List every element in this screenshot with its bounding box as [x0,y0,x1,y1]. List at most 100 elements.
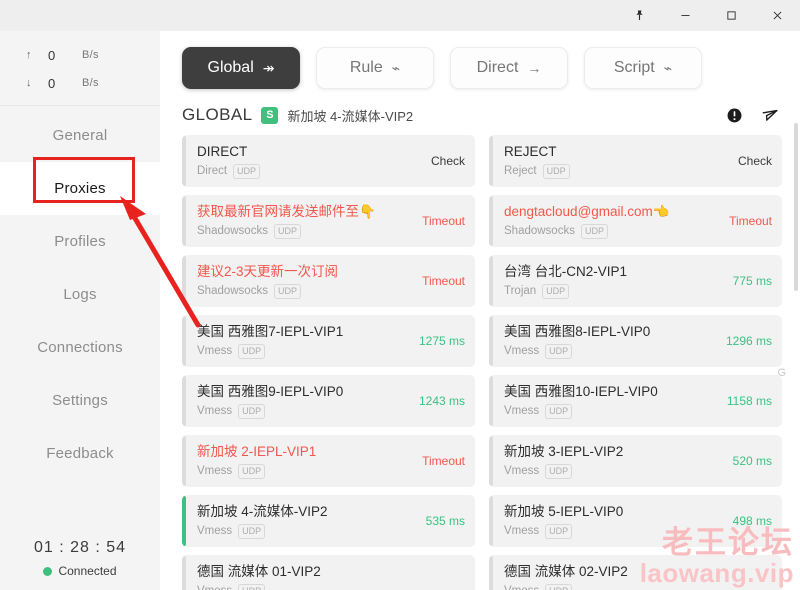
mode-button-global[interactable]: Global ↠ [182,47,300,89]
proxy-meta: Vmess UDP [197,463,414,479]
proxy-card-body: 新加坡 5-IEPL-VIP0 Vmess UDP 498 ms [493,495,782,547]
sidebar-item-proxies[interactable]: Proxies [0,162,160,215]
proxy-type: Vmess [197,405,233,418]
upload-arrow-icon: ↑ [26,49,32,61]
latency-value: Timeout [729,214,772,228]
proxy-card[interactable]: 德国 流媒体 02-VIP2 Vmess UDP [489,555,782,590]
mode-button-direct[interactable]: Direct → [450,47,568,89]
udp-badge: UDP [273,223,301,239]
proxy-card[interactable]: 美国 西雅图10-IEPL-VIP0 Vmess UDP 1158 ms [489,375,782,427]
mode-button-rule[interactable]: Rule ⌁ [316,47,434,89]
check-button[interactable]: Check [730,154,772,168]
status-dot-icon [43,566,53,576]
proxy-type: Shadowsocks [197,285,268,298]
mode-label-script: Script [613,59,655,76]
global-arrow-icon: ↠ [262,60,275,76]
udp-badge: UDP [545,523,573,539]
mode-button-script[interactable]: Script ⌁ [584,47,702,89]
proxy-type: Vmess [504,405,540,418]
proxy-card-text: REJECT Reject UDP [504,143,730,179]
proxy-name: REJECT [504,144,557,160]
udp-badge: UDP [273,283,301,299]
proxy-card[interactable]: 美国 西雅图7-IEPL-VIP1 Vmess UDP 1275 ms [182,315,475,367]
sidebar-item-settings[interactable]: Settings [0,374,160,427]
latency-value: 535 ms [425,514,465,528]
proxy-type: Vmess [504,525,540,538]
latency-value: Timeout [422,274,465,288]
udp-badge: UDP [238,343,266,359]
proxy-card[interactable]: 新加坡 3-IEPL-VIP2 Vmess UDP 520 ms [489,435,782,487]
proxy-meta: Vmess UDP [504,583,764,590]
scrollbar[interactable] [794,123,798,590]
proxy-type: Vmess [197,585,232,590]
proxy-type: Trojan [504,285,537,298]
check-button[interactable]: Check [423,154,465,168]
pin-icon[interactable] [616,0,662,31]
proxy-list-scroll[interactable]: DIRECT Direct UDP Check REJECT Reject UDP Check… [160,135,800,590]
maximize-icon[interactable] [708,0,754,31]
sidebar-nav: General Proxies Profiles Logs Connection… [0,106,160,480]
proxy-name: 德国 流媒体 02-VIP2 [504,564,628,580]
sidebar-footer: 01 : 28 : 54 Connected [0,539,160,590]
info-icon[interactable] [726,107,743,124]
latency-value: 1158 ms [726,394,772,408]
proxy-card[interactable]: 台湾 台北-CN2-VIP1 Trojan UDP 775 ms [489,255,782,307]
proxy-card[interactable]: 新加坡 4-流媒体-VIP2 Vmess UDP 535 ms [182,495,475,547]
udp-badge: UDP [238,523,266,539]
proxy-type: Vmess [197,525,233,538]
upload-speed-unit: B/s [82,49,99,61]
proxy-card[interactable]: 美国 西雅图9-IEPL-VIP0 Vmess UDP 1243 ms [182,375,475,427]
proxy-name: 新加坡 3-IEPL-VIP2 [504,444,624,460]
proxy-name: 新加坡 4-流媒体-VIP2 [197,504,328,520]
latency-value: 1275 ms [418,334,465,348]
udp-badge: UDP [542,283,570,299]
proxy-card[interactable]: REJECT Reject UDP Check [489,135,782,187]
proxy-name: 美国 西雅图7-IEPL-VIP1 [197,324,344,340]
group-title: GLOBAL [182,105,253,124]
proxy-type: Vmess [197,465,233,478]
proxy-card[interactable]: dengtacloud@gmail.com👈 Shadowsocks UDP Time… [489,195,782,247]
proxy-card-body: 德国 流媒体 01-VIP2 Vmess UDP [186,555,475,590]
sidebar: ↑ 0 B/s ↓ 0 B/s General Proxies Profiles… [0,31,160,590]
proxy-card[interactable]: DIRECT Direct UDP Check [182,135,475,187]
proxy-card[interactable]: 美国 西雅图8-IEPL-VIP0 Vmess UDP 1296 ms [489,315,782,367]
speedtest-icon[interactable] [761,107,778,124]
proxy-card-body: 德国 流媒体 02-VIP2 Vmess UDP [493,555,782,590]
sidebar-item-feedback[interactable]: Feedback [0,427,160,480]
sidebar-item-connections[interactable]: Connections [0,321,160,374]
proxy-card-text: 新加坡 2-IEPL-VIP1 Vmess UDP [197,443,414,479]
proxy-card[interactable]: 建议2-3天更新一次订阅 Shadowsocks UDP Timeout [182,255,475,307]
proxy-card[interactable]: 新加坡 5-IEPL-VIP0 Vmess UDP 498 ms [489,495,782,547]
sidebar-item-general[interactable]: General [0,109,160,162]
close-icon[interactable] [754,0,800,31]
sidebar-item-profiles[interactable]: Profiles [0,215,160,268]
proxy-name: 新加坡 5-IEPL-VIP0 [504,504,624,520]
download-speed-unit: B/s [82,77,99,89]
rule-branch-icon: ⌁ [391,60,401,76]
group-badge: S [261,106,279,124]
sidebar-item-logs[interactable]: Logs [0,268,160,321]
proxy-card-text: 美国 西雅图10-IEPL-VIP0 Vmess UDP [504,383,719,419]
proxy-meta: Vmess UDP [197,343,411,359]
proxy-card-text: 美国 西雅图9-IEPL-VIP0 Vmess UDP [197,383,411,419]
proxy-type: Vmess [504,345,540,358]
minimize-icon[interactable] [662,0,708,31]
upload-speed-value: 0 [48,47,56,63]
proxy-type: Direct [197,165,228,178]
proxy-card-text: 新加坡 3-IEPL-VIP2 Vmess UDP [504,443,725,479]
proxy-type: Shadowsocks [504,225,575,238]
proxy-card[interactable]: 新加坡 2-IEPL-VIP1 Vmess UDP Timeout [182,435,475,487]
latency-value: 520 ms [732,454,772,468]
proxy-card-body: 新加坡 2-IEPL-VIP1 Vmess UDP Timeout [186,435,475,487]
proxy-meta: Shadowsocks UDP [504,223,721,239]
scrollbar-thumb[interactable] [794,123,798,291]
latency-value: Timeout [422,214,465,228]
proxy-card[interactable]: 德国 流媒体 01-VIP2 Vmess UDP [182,555,475,590]
download-speed-row: ↓ 0 B/s [0,69,160,97]
proxy-card-body: 台湾 台北-CN2-VIP1 Trojan UDP 775 ms [493,255,782,307]
proxy-card[interactable]: 获取最新官网请发送邮件至👇 Shadowsocks UDP Timeout [182,195,475,247]
udp-badge: UDP [238,403,266,419]
latency-value: 775 ms [732,274,772,288]
speed-indicator: ↑ 0 B/s ↓ 0 B/s [0,31,160,106]
proxy-name: DIRECT [197,144,248,160]
